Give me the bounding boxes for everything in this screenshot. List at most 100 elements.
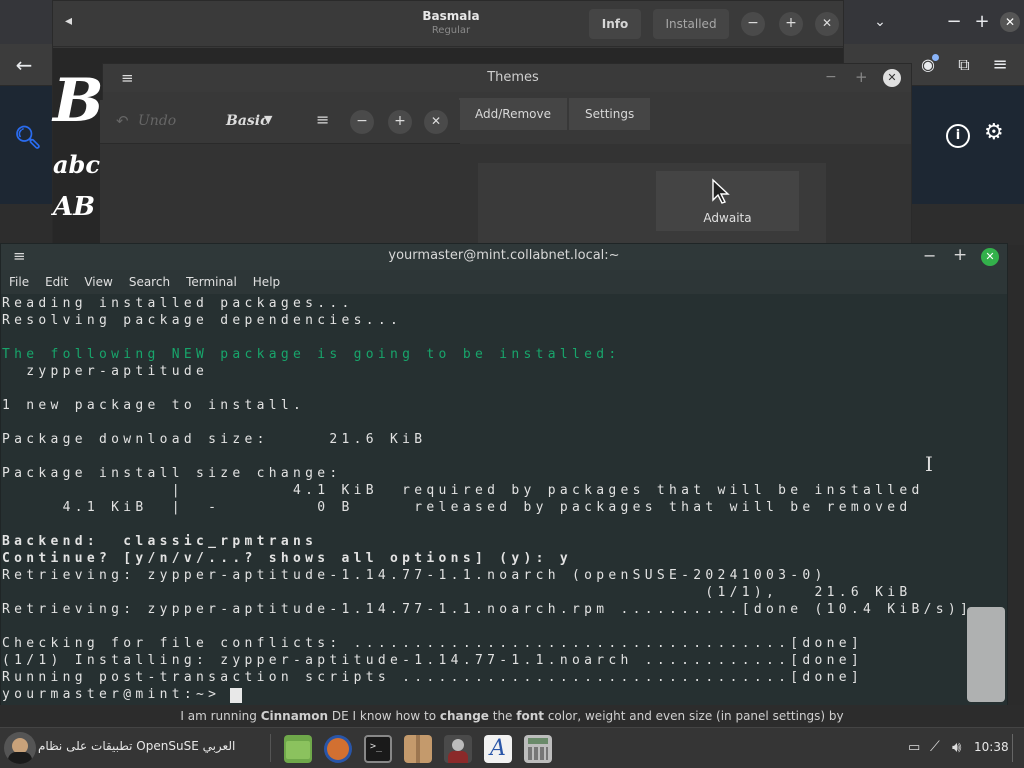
terminal-scrollbar-thumb[interactable] <box>967 607 1005 702</box>
window-list-icon[interactable]: ▭ <box>908 740 920 755</box>
browser-menu-icon[interactable]: ≡ <box>984 49 1016 81</box>
calc-menu-icon[interactable]: ≡ <box>316 110 329 129</box>
themes-maximize-icon[interactable]: + <box>855 68 868 86</box>
caption-bold: change <box>439 709 489 723</box>
mode-dropdown-icon[interactable]: ▼ <box>264 113 272 126</box>
terminal-menubar: File Edit View Search Terminal Help <box>1 270 1007 294</box>
tab-list-chevron-icon[interactable]: ⌄ <box>864 6 896 38</box>
fv-close-icon[interactable]: ✕ <box>815 12 839 36</box>
browser-close-icon[interactable]: ✕ <box>1000 12 1020 32</box>
back-arrow-icon[interactable]: ← <box>8 49 40 81</box>
browser-maximize-icon[interactable]: + <box>966 6 998 38</box>
terminal-line: 1 new package to install. <box>2 398 306 413</box>
caption-bold: font <box>516 709 544 723</box>
calc-maximize-icon[interactable]: + <box>388 110 412 134</box>
files-folder-icon[interactable] <box>284 735 312 763</box>
terminal-maximize-icon[interactable]: + <box>953 245 967 265</box>
themes-minimize-icon[interactable]: − <box>825 69 837 85</box>
menu-file[interactable]: File <box>1 270 37 294</box>
search-icon[interactable]: 🔍︎ <box>14 126 42 151</box>
caption-text: I am running <box>180 709 261 723</box>
app-menu-label[interactable]: تطبيقات على نظام OpenSuSE العربي <box>38 739 235 753</box>
font-viewer-header: ◂ Basmala Regular Info Installed − + ✕ <box>53 1 843 47</box>
terminal-line: Retrieving: zypper-aptitude-1.14.77-1.1.… <box>2 602 973 617</box>
themes-tab-bar: Add/Remove Settings <box>459 98 652 130</box>
terminal-window: ≡ yourmaster@mint.collabnet.local:~ − + … <box>0 243 1008 706</box>
show-desktop-button[interactable] <box>1012 734 1020 762</box>
extensions-puzzle-icon[interactable]: ⧉ <box>948 49 980 81</box>
info-icon[interactable]: i <box>946 124 970 148</box>
theme-card-label: Adwaita <box>703 211 752 225</box>
gear-icon[interactable]: ⚙ <box>984 120 1004 145</box>
terminal-line: Retrieving: zypper-aptitude-1.14.77-1.1.… <box>2 568 827 583</box>
terminal-line: Checking for file conflicts: ...........… <box>2 636 863 651</box>
taskbar: تطبيقات على نظام OpenSuSE العربي >_ A ▭ … <box>0 727 1024 768</box>
caption-bold: Cinnamon <box>260 709 329 723</box>
notification-dot <box>932 54 939 61</box>
installed-toggle-button[interactable]: Installed <box>653 9 729 39</box>
themes-menu-icon[interactable]: ≡ <box>121 69 134 87</box>
terminal-line: Resolving package dependencies... <box>2 313 403 328</box>
undo-icon[interactable]: ↶ <box>116 112 129 130</box>
mode-label[interactable]: Basic <box>226 113 269 129</box>
caption-text: color, weight and even size (in panel se… <box>544 709 844 723</box>
terminal-cursor <box>230 688 242 703</box>
terminal-output[interactable]: Reading installed packages... Resolving … <box>1 294 1007 706</box>
terminal-line: | 4.1 KiB required by packages that will… <box>2 483 924 498</box>
menu-terminal[interactable]: Terminal <box>178 270 245 294</box>
calculator-app-icon[interactable] <box>524 735 552 763</box>
menu-edit[interactable]: Edit <box>37 270 76 294</box>
fv-back-icon[interactable]: ◂ <box>65 13 72 29</box>
package-installer-icon[interactable] <box>404 735 432 763</box>
firefox-icon[interactable] <box>324 735 352 763</box>
terminal-line: The following NEW package is going to be… <box>2 347 621 362</box>
terminal-line: Continue? [y/n/v/...? shows all options]… <box>2 551 572 566</box>
terminal-titlebar: ≡ yourmaster@mint.collabnet.local:~ − + … <box>1 244 1007 270</box>
terminal-menu-icon[interactable]: ≡ <box>13 247 26 265</box>
tab-settings[interactable]: Settings <box>568 98 651 130</box>
fv-minimize-icon[interactable]: − <box>741 12 765 36</box>
caption-overlay: I am running Cinnamon DE I know how to c… <box>0 705 1024 727</box>
info-toggle-button[interactable]: Info <box>589 9 641 39</box>
user-avatar[interactable] <box>4 732 36 764</box>
sample-uppercase: AB <box>53 192 96 222</box>
menu-view[interactable]: View <box>76 270 120 294</box>
terminal-line: (1/1) Installing: zypper-aptitude-1.14.7… <box>2 653 863 668</box>
terminal-line: Backend: classic_rpmtrans <box>2 534 318 549</box>
calculator-window: ↶ Undo Basic ▼ ≡ − + ✕ <box>100 100 460 245</box>
font-title: Basmala <box>422 9 480 23</box>
themes-title: Themes <box>487 70 539 85</box>
sample-big-glyph: B <box>53 66 104 136</box>
calculator-header: ↶ Undo Basic ▼ ≡ − + ✕ <box>100 100 460 144</box>
calc-close-icon[interactable]: ✕ <box>424 110 448 134</box>
terminal-app-icon[interactable]: >_ <box>364 735 392 763</box>
clock[interactable]: 10:38 <box>974 740 1009 754</box>
caption-text: the <box>488 709 517 723</box>
volume-icon[interactable]: 🔊︎ <box>952 738 961 756</box>
font-viewer-app-icon[interactable]: A <box>484 735 512 763</box>
terminal-close-icon[interactable]: ✕ <box>981 248 999 266</box>
terminal-line: Reading installed packages... <box>2 296 354 311</box>
terminal-minimize-icon[interactable]: − <box>923 246 936 265</box>
text-cursor-ibeam-icon: I <box>925 452 933 476</box>
terminal-line: Running post-transaction scripts .......… <box>2 670 863 685</box>
terminal-title: yourmaster@mint.collabnet.local:~ <box>388 248 620 263</box>
taskbar-separator <box>270 734 271 762</box>
calc-minimize-icon[interactable]: − <box>350 110 374 134</box>
terminal-prompt: yourmaster@mint:~> <box>2 687 221 702</box>
terminal-line: 4.1 KiB | - 0 B released by packages tha… <box>2 500 912 515</box>
terminal-line: Package install size change: <box>2 466 342 481</box>
terminal-line: Package download size: 21.6 KiB <box>2 432 427 447</box>
terminal-line: (1/1), 21.6 KiB <box>2 585 912 600</box>
menu-search[interactable]: Search <box>121 270 178 294</box>
font-subtitle: Regular <box>431 25 471 36</box>
network-icon[interactable]: ⟋ <box>930 739 940 755</box>
terminal-line: zypper-aptitude <box>2 364 209 379</box>
themes-close-icon[interactable]: ✕ <box>883 69 901 87</box>
account-icon[interactable]: ◉ <box>912 49 944 81</box>
themes-titlebar: ≡ Themes − + ✕ <box>103 64 911 92</box>
fv-maximize-icon[interactable]: + <box>779 12 803 36</box>
user-settings-icon[interactable] <box>444 735 472 763</box>
tab-add-remove[interactable]: Add/Remove <box>459 98 567 130</box>
menu-help[interactable]: Help <box>245 270 288 294</box>
